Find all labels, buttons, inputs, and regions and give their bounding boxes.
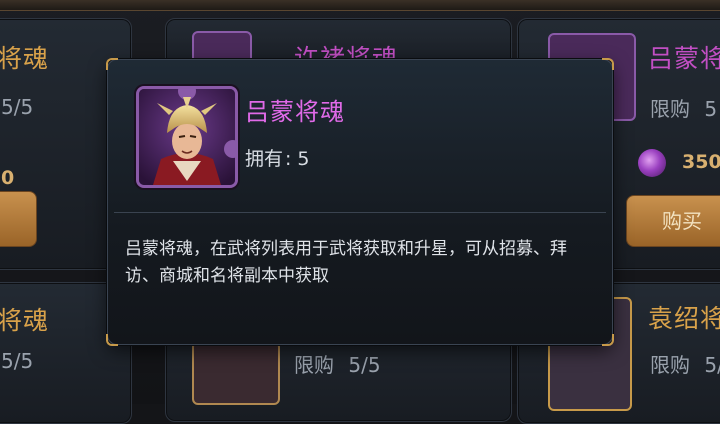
limit-value: 5 [704, 97, 718, 121]
top-border [0, 0, 720, 11]
owned-count-row: 拥有:5 [245, 144, 310, 171]
purple-gem-icon [638, 149, 666, 177]
limit-value: 5/5 [348, 353, 381, 377]
tooltip-corner [602, 58, 614, 70]
owned-count: 5 [297, 148, 310, 170]
general-portrait-icon [136, 86, 238, 188]
card-price: 350 [682, 151, 720, 173]
tooltip-divider [114, 212, 606, 213]
card-price: 0 [1, 167, 15, 189]
card-title: 袁绍将 [648, 304, 720, 333]
item-name: 吕蒙将魂 [245, 98, 345, 126]
card-title: 吕蒙将 [648, 44, 720, 73]
card-limit: 5/5 [1, 349, 34, 373]
tooltip-corner [106, 58, 118, 70]
buy-button[interactable]: 购买 [626, 195, 720, 247]
portrait-art [139, 89, 235, 185]
item-description: 吕蒙将魂，在武将列表用于武将获取和升星，可从招募、拜访、商城和名将副本中获取 [125, 239, 567, 286]
tooltip-corner [602, 334, 614, 346]
card-limit: 限购 5/5 [650, 349, 720, 378]
limit-label: 限购 [294, 353, 334, 377]
card-title: 将魂 [0, 44, 50, 73]
card-limit: 5/5 [1, 95, 34, 119]
general-portrait-icon [192, 341, 280, 405]
limit-label: 限购 [650, 353, 690, 377]
item-tooltip: 吕蒙将魂 拥有:5 吕蒙将魂，在武将列表用于武将获取和升星，可从招募、拜访、商城… [106, 58, 614, 346]
buy-button[interactable] [0, 191, 37, 247]
owned-label: 拥有 [245, 148, 284, 170]
card-limit: 限购 5 [650, 93, 717, 122]
limit-value: 5/5 [704, 353, 720, 377]
owned-separator: : [285, 148, 292, 170]
tooltip-corner [106, 334, 118, 346]
limit-label: 限购 [650, 97, 690, 121]
card-title: 将魂 [0, 306, 50, 335]
buy-button-label: 购买 [662, 209, 702, 233]
card-limit: 限购 5/5 [294, 349, 381, 378]
